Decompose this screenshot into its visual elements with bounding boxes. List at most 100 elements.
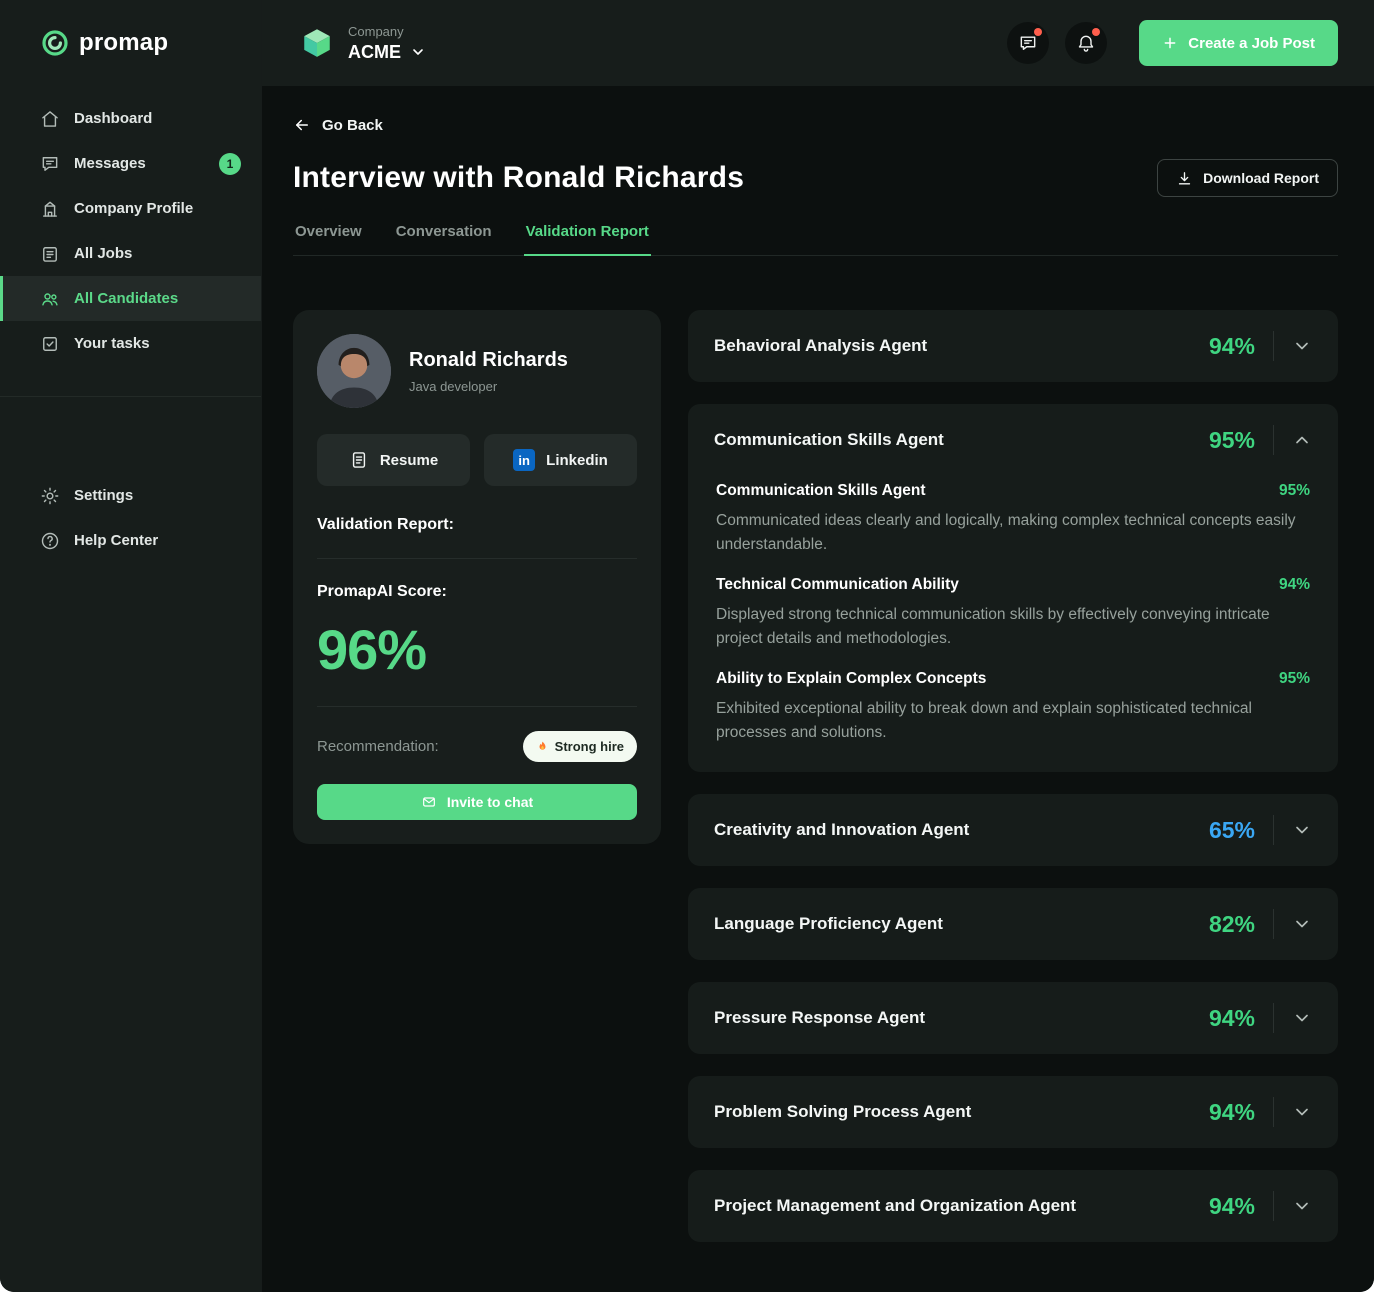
messages-count-badge: 1 <box>219 152 241 175</box>
plus-icon <box>1162 35 1178 51</box>
agent-header[interactable]: Problem Solving Process Agent 94% <box>714 1076 1312 1148</box>
chevron-down-icon[interactable] <box>1292 820 1312 840</box>
chevron-down-icon[interactable] <box>1292 1102 1312 1122</box>
sidebar-item-your-tasks[interactable]: Your tasks <box>0 321 261 366</box>
page-content: Go Back Interview with Ronald Richards D… <box>262 86 1374 1292</box>
go-back-link[interactable]: Go Back <box>293 116 383 134</box>
logo[interactable]: promap <box>0 0 261 86</box>
sidebar-item-label: Dashboard <box>74 110 153 127</box>
divider <box>1273 1097 1274 1128</box>
linkedin-label: Linkedin <box>546 451 608 469</box>
agent-score: 94% <box>1208 1098 1255 1125</box>
agent-detail-section: Technical Communication Ability 94% Disp… <box>716 576 1310 650</box>
main-area: Company ACME Create a Job Post Go Back I… <box>262 0 1374 1292</box>
divider <box>317 558 637 559</box>
sidebar-item-company-profile[interactable]: Company Profile <box>0 186 261 231</box>
chevron-down-icon[interactable] <box>1292 1196 1312 1216</box>
arrow-left-icon <box>293 116 311 134</box>
divider <box>1273 815 1274 846</box>
sidebar: promap Dashboard Messages 1 Company Prof… <box>0 0 262 1292</box>
divider <box>1273 331 1274 361</box>
gear-icon <box>40 486 60 506</box>
tab-conversation[interactable]: Conversation <box>394 223 494 255</box>
notifications-button[interactable] <box>1065 22 1108 64</box>
flame-icon <box>536 740 549 754</box>
section-title: Technical Communication Ability <box>716 576 959 594</box>
company-cube-icon <box>300 26 334 60</box>
section-score: 95% <box>1278 482 1310 499</box>
promap-score-value: 96% <box>317 618 427 681</box>
agent-name: Creativity and Innovation Agent <box>714 820 970 840</box>
tab-validation-report[interactable]: Validation Report <box>523 223 651 256</box>
agent-card-creativity: Creativity and Innovation Agent 65% <box>688 794 1338 867</box>
people-icon <box>40 289 60 309</box>
logo-text: promap <box>79 29 169 56</box>
section-score: 94% <box>1278 576 1310 594</box>
agent-card-language: Language Proficiency Agent 82% <box>688 888 1338 961</box>
messages-button[interactable] <box>1007 22 1050 64</box>
sidebar-item-label: Your tasks <box>74 335 150 352</box>
agent-detail-section: Communication Skills Agent 95% Communica… <box>716 482 1310 556</box>
sidebar-item-label: Help Center <box>74 532 159 549</box>
sidebar-item-all-candidates[interactable]: All Candidates <box>0 276 261 321</box>
sidebar-item-help-center[interactable]: Help Center <box>0 518 261 563</box>
agent-score: 94% <box>1208 332 1255 359</box>
tab-overview[interactable]: Overview <box>293 223 364 255</box>
sidebar-item-label: All Jobs <box>74 245 133 262</box>
invite-to-chat-button[interactable]: Invite to chat <box>317 784 637 820</box>
promap-logo-icon <box>40 28 70 58</box>
recommendation-label: Recommendation: <box>317 738 439 755</box>
company-label: Company <box>348 23 404 39</box>
go-back-label: Go Back <box>322 116 383 134</box>
agent-card-problem-solving: Problem Solving Process Agent 94% <box>688 1076 1338 1149</box>
agent-score: 82% <box>1208 910 1255 937</box>
linkedin-icon: in <box>513 449 536 471</box>
topbar: Company ACME Create a Job Post <box>262 0 1374 86</box>
tab-bar: Overview Conversation Validation Report <box>293 223 1338 256</box>
sidebar-item-settings[interactable]: Settings <box>0 473 261 518</box>
chevron-up-icon[interactable] <box>1292 430 1312 450</box>
agent-details: Communication Skills Agent 95% Communica… <box>714 476 1312 772</box>
recommendation-badge: Strong hire <box>522 731 637 762</box>
agent-header[interactable]: Behavioral Analysis Agent 94% <box>714 310 1312 382</box>
resume-button[interactable]: Resume <box>317 434 470 486</box>
agent-header[interactable]: Project Management and Organization Agen… <box>714 1170 1312 1242</box>
clipboard-icon <box>40 244 60 264</box>
envelope-icon <box>421 794 437 810</box>
avatar <box>317 334 391 408</box>
divider <box>317 706 637 707</box>
candidate-name: Ronald Richards <box>409 348 568 371</box>
sidebar-item-dashboard[interactable]: Dashboard <box>0 96 261 141</box>
download-report-button[interactable]: Download Report <box>1157 159 1338 197</box>
company-switcher[interactable]: Company ACME <box>300 24 426 63</box>
sidebar-item-messages[interactable]: Messages 1 <box>0 141 261 186</box>
agent-score: 94% <box>1208 1004 1255 1031</box>
divider <box>1273 1003 1274 1034</box>
resume-label: Resume <box>379 451 439 469</box>
chevron-down-icon[interactable] <box>1292 1008 1312 1028</box>
create-job-post-label: Create a Job Post <box>1188 34 1315 52</box>
company-name: ACME <box>348 41 401 62</box>
agent-score: 95% <box>1208 426 1255 453</box>
validation-report-label: Validation Report: <box>317 516 454 533</box>
messages-alert-dot <box>1034 28 1043 36</box>
section-text: Exhibited exceptional ability to break d… <box>716 700 1252 741</box>
sidebar-item-label: Company Profile <box>74 200 194 217</box>
sidebar-item-label: Settings <box>74 487 134 504</box>
agent-header[interactable]: Language Proficiency Agent 82% <box>714 888 1312 960</box>
agent-header[interactable]: Pressure Response Agent 94% <box>714 982 1312 1054</box>
help-icon <box>40 531 60 551</box>
create-job-post-button[interactable]: Create a Job Post <box>1139 20 1338 66</box>
linkedin-button[interactable]: in Linkedin <box>484 434 637 486</box>
chevron-down-icon[interactable] <box>1292 336 1312 356</box>
chat-icon <box>40 154 60 174</box>
home-icon <box>40 109 60 129</box>
agent-header[interactable]: Communication Skills Agent 95% <box>714 404 1312 476</box>
agent-header[interactable]: Creativity and Innovation Agent 65% <box>714 794 1312 866</box>
chevron-down-icon[interactable] <box>1292 914 1312 934</box>
agent-name: Behavioral Analysis Agent <box>714 336 928 355</box>
sidebar-item-all-jobs[interactable]: All Jobs <box>0 231 261 276</box>
agent-name: Language Proficiency Agent <box>714 914 943 934</box>
sidebar-item-label: All Candidates <box>74 290 179 307</box>
task-icon <box>40 334 60 354</box>
